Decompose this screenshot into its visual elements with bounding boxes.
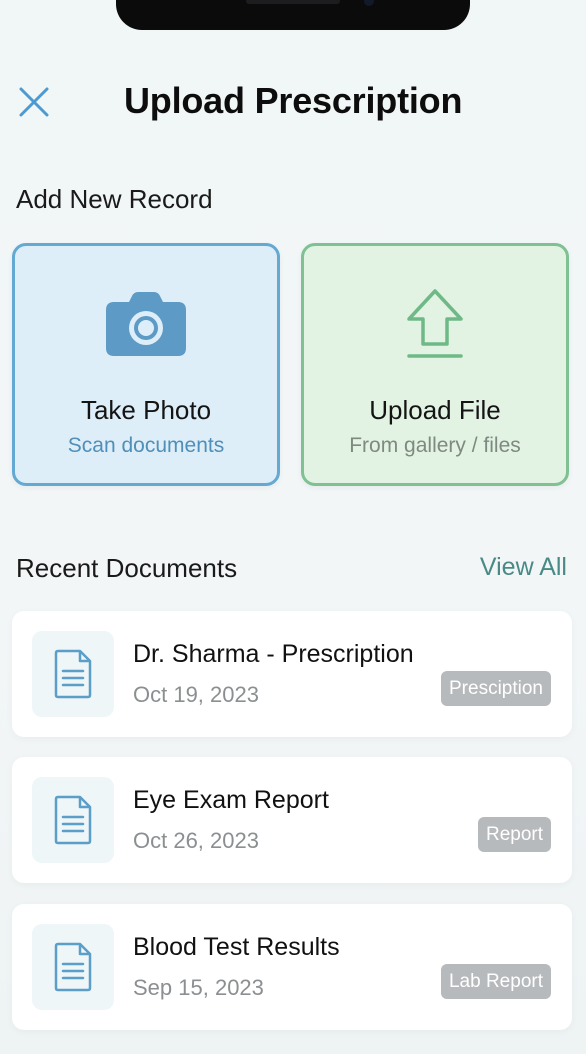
document-type-badge: Presciption — [441, 671, 551, 706]
take-photo-label: Take Photo — [80, 395, 212, 425]
upload-file-label: Upload File — [369, 395, 501, 425]
document-title: Dr. Sharma - Prescription — [133, 640, 414, 668]
document-date: Oct 26, 2023 — [133, 828, 259, 853]
close-button[interactable] — [14, 82, 54, 122]
recent-documents-heading: Recent Documents — [16, 553, 238, 583]
document-date: Sep 15, 2023 — [133, 975, 264, 1000]
close-icon — [19, 87, 49, 117]
document-title: Blood Test Results — [133, 933, 340, 961]
device-notch — [116, 0, 470, 30]
document-date: Oct 19, 2023 — [133, 682, 259, 707]
document-icon — [32, 631, 114, 717]
take-photo-subtitle: Scan documents — [67, 434, 225, 457]
document-item[interactable]: Eye Exam Report Oct 26, 2023 Report — [12, 757, 572, 883]
page-title: Upload Prescription — [124, 80, 463, 121]
front-camera — [364, 0, 374, 6]
upload-arrow-icon — [304, 286, 566, 362]
add-new-record-heading: Add New Record — [16, 184, 213, 214]
upload-file-subtitle: From gallery / files — [349, 434, 521, 457]
camera-icon — [15, 286, 277, 362]
document-title: Eye Exam Report — [133, 786, 329, 814]
speaker-grille — [246, 0, 340, 4]
upload-file-button[interactable]: Upload File From gallery / files — [301, 243, 569, 486]
document-icon — [32, 777, 114, 863]
document-icon — [32, 924, 114, 1010]
header: Upload Prescription — [0, 72, 586, 136]
document-type-badge: Report — [477, 817, 551, 852]
document-type-badge: Lab Report — [440, 964, 551, 999]
document-item[interactable]: Dr. Sharma - Prescription Oct 19, 2023 P… — [12, 611, 572, 737]
view-all-link[interactable]: View All — [480, 553, 567, 582]
document-item[interactable]: Blood Test Results Sep 15, 2023 Lab Repo… — [12, 904, 572, 1030]
take-photo-button[interactable]: Take Photo Scan documents — [12, 243, 280, 486]
